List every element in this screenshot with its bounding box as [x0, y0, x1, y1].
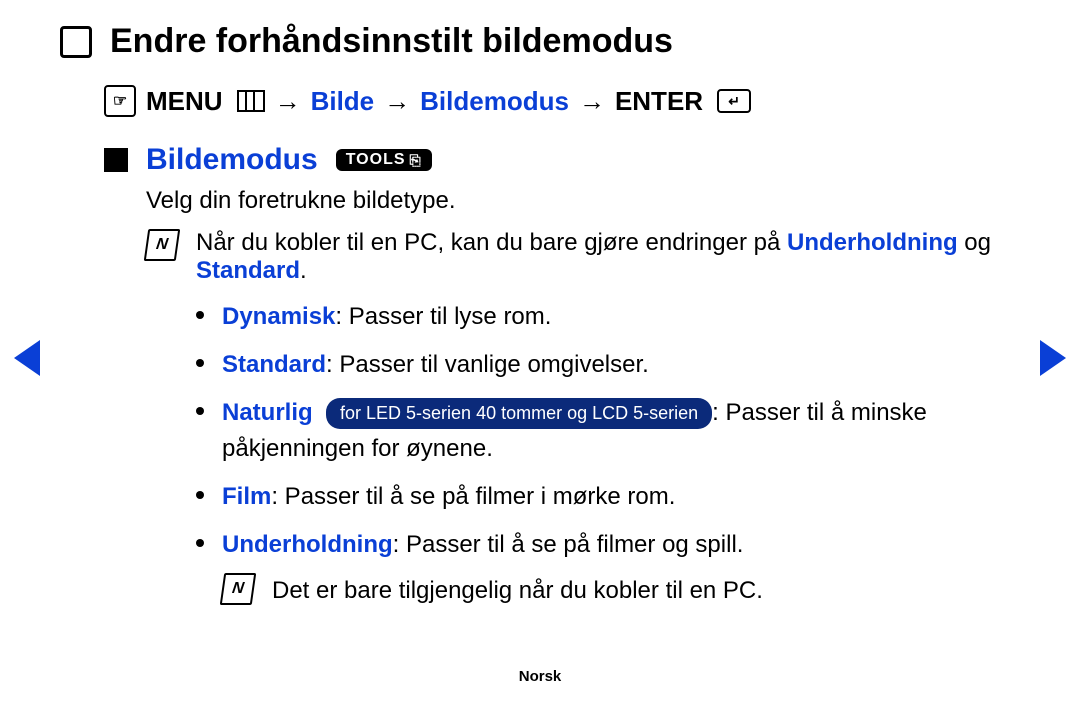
arrow: →: [275, 86, 301, 117]
mode-film-label: Film: [222, 483, 271, 510]
note-pc-limit: Når du kobler til en PC, kan du bare gjø…: [196, 229, 1020, 285]
mode-dynamic-label: Dynamisk: [222, 303, 335, 330]
arrow: →: [579, 86, 605, 117]
list-item: Film: Passer til å se på filmer i mørke …: [196, 479, 1020, 515]
hand-icon: [104, 85, 136, 117]
section-marker-icon: [60, 26, 92, 58]
path-bilde: Bilde: [311, 86, 375, 117]
mode-entertainment-label: Underholdning: [222, 531, 393, 558]
menu-icon: [237, 90, 265, 112]
language-label: Norsk: [0, 668, 1080, 685]
mode-film-text: : Passer til å se på filmer i mørke rom.: [271, 483, 675, 510]
mode-natural-label: Naturlig: [222, 399, 313, 426]
mode-standard-label: Standard: [222, 351, 326, 378]
path-bildemodus: Bildemodus: [420, 86, 569, 117]
note-icon: [144, 229, 180, 261]
list-item: Naturlig for LED 5-serien 40 tommer og L…: [196, 395, 1020, 467]
section-title: Bildemodus: [146, 143, 318, 177]
arrow: →: [384, 86, 410, 117]
enter-label: ENTER: [615, 86, 703, 117]
breadcrumb: MENU → Bilde → Bildemodus → ENTER: [104, 85, 1020, 117]
nav-next-icon[interactable]: [1040, 340, 1066, 376]
nav-prev-icon[interactable]: [14, 340, 40, 376]
list-item: Underholdning: Passer til å se på filmer…: [196, 527, 1020, 609]
list-item: Dynamisk: Passer til lyse rom.: [196, 299, 1020, 335]
subsection-marker-icon: [104, 148, 128, 172]
model-pill: for LED 5-serien 40 tommer og LCD 5-seri…: [326, 398, 712, 429]
page-title: Endre forhåndsinnstilt bildemodus: [110, 22, 673, 61]
note-icon: [220, 573, 256, 605]
intro-text: Velg din foretrukne bildetype.: [146, 187, 1020, 215]
mode-list: Dynamisk: Passer til lyse rom. Standard:…: [196, 299, 1020, 609]
enter-icon: [717, 89, 751, 113]
mode-standard-text: : Passer til vanlige omgivelser.: [326, 351, 649, 378]
mode-dynamic-text: : Passer til lyse rom.: [335, 303, 551, 330]
menu-label: MENU: [146, 86, 223, 117]
mode-entertainment-text: : Passer til å se på filmer og spill.: [393, 531, 744, 558]
tools-badge: TOOLS: [336, 149, 432, 171]
list-item: Standard: Passer til vanlige omgivelser.: [196, 347, 1020, 383]
note-pc-only: Det er bare tilgjengelig når du kobler t…: [272, 573, 763, 609]
